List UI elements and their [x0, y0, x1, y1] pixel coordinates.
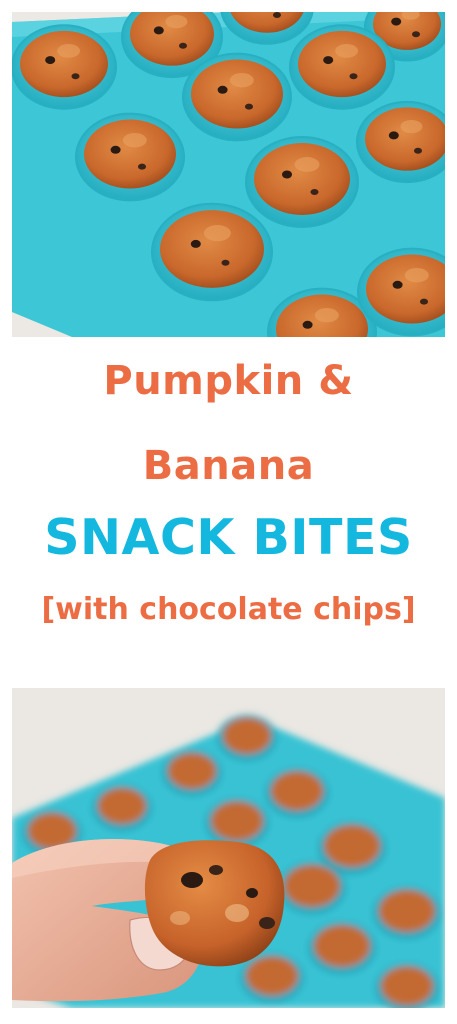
blurred-bite-in-tray	[92, 784, 152, 832]
snack-bite-in-cup	[245, 136, 359, 228]
title-line-snack-bites: SNACK BITES	[44, 509, 413, 566]
blurred-bite-in-tray	[205, 798, 269, 848]
tray-illustration	[12, 12, 445, 337]
snack-bite-in-cup	[289, 24, 395, 110]
photo-muffin-tray-top	[12, 12, 445, 337]
photo-hand-holding-bite	[12, 688, 445, 1008]
title-line-pumpkin: Pumpkin &	[103, 358, 354, 404]
blurred-bite-in-tray	[217, 714, 277, 762]
blurred-bite-in-tray	[240, 953, 304, 1003]
snack-bite-in-cup	[75, 112, 185, 202]
snack-bite-in-cup	[151, 202, 273, 302]
snack-bite-in-cup	[182, 52, 292, 142]
hand-illustration	[12, 688, 445, 1008]
blurred-bite-in-tray	[308, 921, 376, 975]
subtitle-chocolate-chips: [with chocolate chips]	[41, 592, 416, 627]
snack-bite-in-cup	[356, 100, 445, 184]
snack-bite-in-cup	[12, 24, 117, 110]
blurred-bite-in-tray	[162, 749, 222, 797]
blurred-bite-in-tray	[265, 768, 329, 818]
title-line-banana: Banana	[142, 443, 315, 489]
blurred-bite-in-tray	[278, 861, 346, 915]
blurred-bite-in-tray	[373, 886, 441, 940]
